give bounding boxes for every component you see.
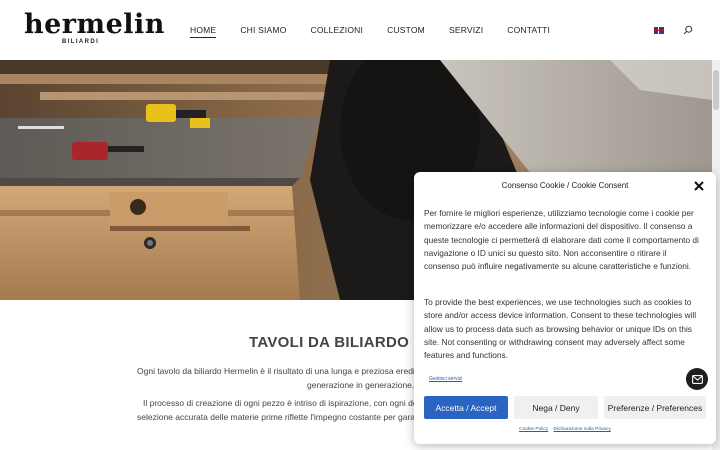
paragraph-1-line-2: generazione in generazione. (307, 380, 415, 390)
cookie-text-line: queste tecnologie ci permetterà di elabo… (424, 234, 699, 245)
main-nav: HOME CHI SIAMO COLLEZIONI CUSTOM SERVIZI… (190, 24, 574, 38)
section-title: TAVOLI DA BILIARDO D (249, 334, 425, 351)
cookie-text-line: allow us to process data such as browsin… (424, 323, 692, 334)
uk-flag-icon[interactable] (654, 27, 664, 34)
cookie-text-line: To provide the best experiences, we use … (424, 297, 692, 307)
nav-item-collezioni[interactable]: COLLEZIONI (311, 24, 364, 38)
nav-item-custom[interactable]: CUSTOM (387, 24, 425, 38)
cookie-text-line: memorizzare e/o accedere alle informazio… (424, 221, 693, 232)
paragraph-1-line-1: Ogni tavolo da biliardo Hermelin è il ri… (137, 366, 422, 376)
close-icon[interactable] (693, 180, 705, 192)
cookie-text-line: features and functions. (424, 350, 508, 361)
logo[interactable]: hermelin BILIARDI (24, 10, 164, 50)
paragraph-2-line-1: Il processo di creazione di ogni pezzo è… (143, 398, 418, 408)
cookie-text-line: site. Not consenting or withdrawing cons… (424, 336, 685, 347)
cookie-text-line: Per fornire le migliori esperienze, util… (424, 208, 694, 218)
paragraph-2-line-2: selezione accurata delle materie prime r… (137, 412, 420, 422)
cookie-policy-link[interactable]: Cookie Policy (519, 427, 548, 432)
manage-services-link[interactable]: Gestisci servizi (429, 376, 462, 382)
scrollbar-thumb[interactable] (713, 70, 719, 110)
cookie-text-line: store and/or access device information. … (424, 310, 697, 321)
logo-wordmark: hermelin (24, 9, 165, 40)
search-icon[interactable] (683, 25, 693, 35)
accept-button[interactable]: Accetta / Accept (424, 396, 508, 419)
cookie-text-line: consenso può influire negativamente su a… (424, 261, 692, 272)
envelope-icon (691, 374, 703, 384)
cookie-footer-links: Cookie Policy Dichiarazione sulla Privac… (414, 427, 716, 432)
nav-item-servizi[interactable]: SERVIZI (449, 24, 483, 38)
cookie-text-italian: Per fornire le migliori esperienze, util… (424, 207, 699, 273)
nav-item-chi-siamo[interactable]: CHI SIAMO (240, 24, 286, 38)
site-header: hermelin BILIARDI HOME CHI SIAMO COLLEZI… (0, 0, 720, 60)
nav-item-contatti[interactable]: CONTATTI (507, 24, 550, 38)
preferences-button[interactable]: Preferenze / Preferences (604, 396, 706, 419)
logo-subtitle: BILIARDI (62, 39, 100, 45)
contact-chat-button[interactable] (686, 368, 708, 390)
cookie-title: Consenso Cookie / Cookie Consent (501, 181, 629, 190)
nav-item-home[interactable]: HOME (190, 24, 217, 38)
deny-button[interactable]: Nega / Deny (514, 396, 598, 419)
cookie-text-english: To provide the best experiences, we use … (424, 296, 696, 362)
privacy-statement-link[interactable]: Dichiarazione sulla Privacy (554, 427, 611, 432)
cookie-consent-dialog: Consenso Cookie / Cookie Consent Per for… (414, 172, 716, 444)
cookie-text-line: navigazione o ID unici su questo sito. N… (424, 247, 667, 258)
